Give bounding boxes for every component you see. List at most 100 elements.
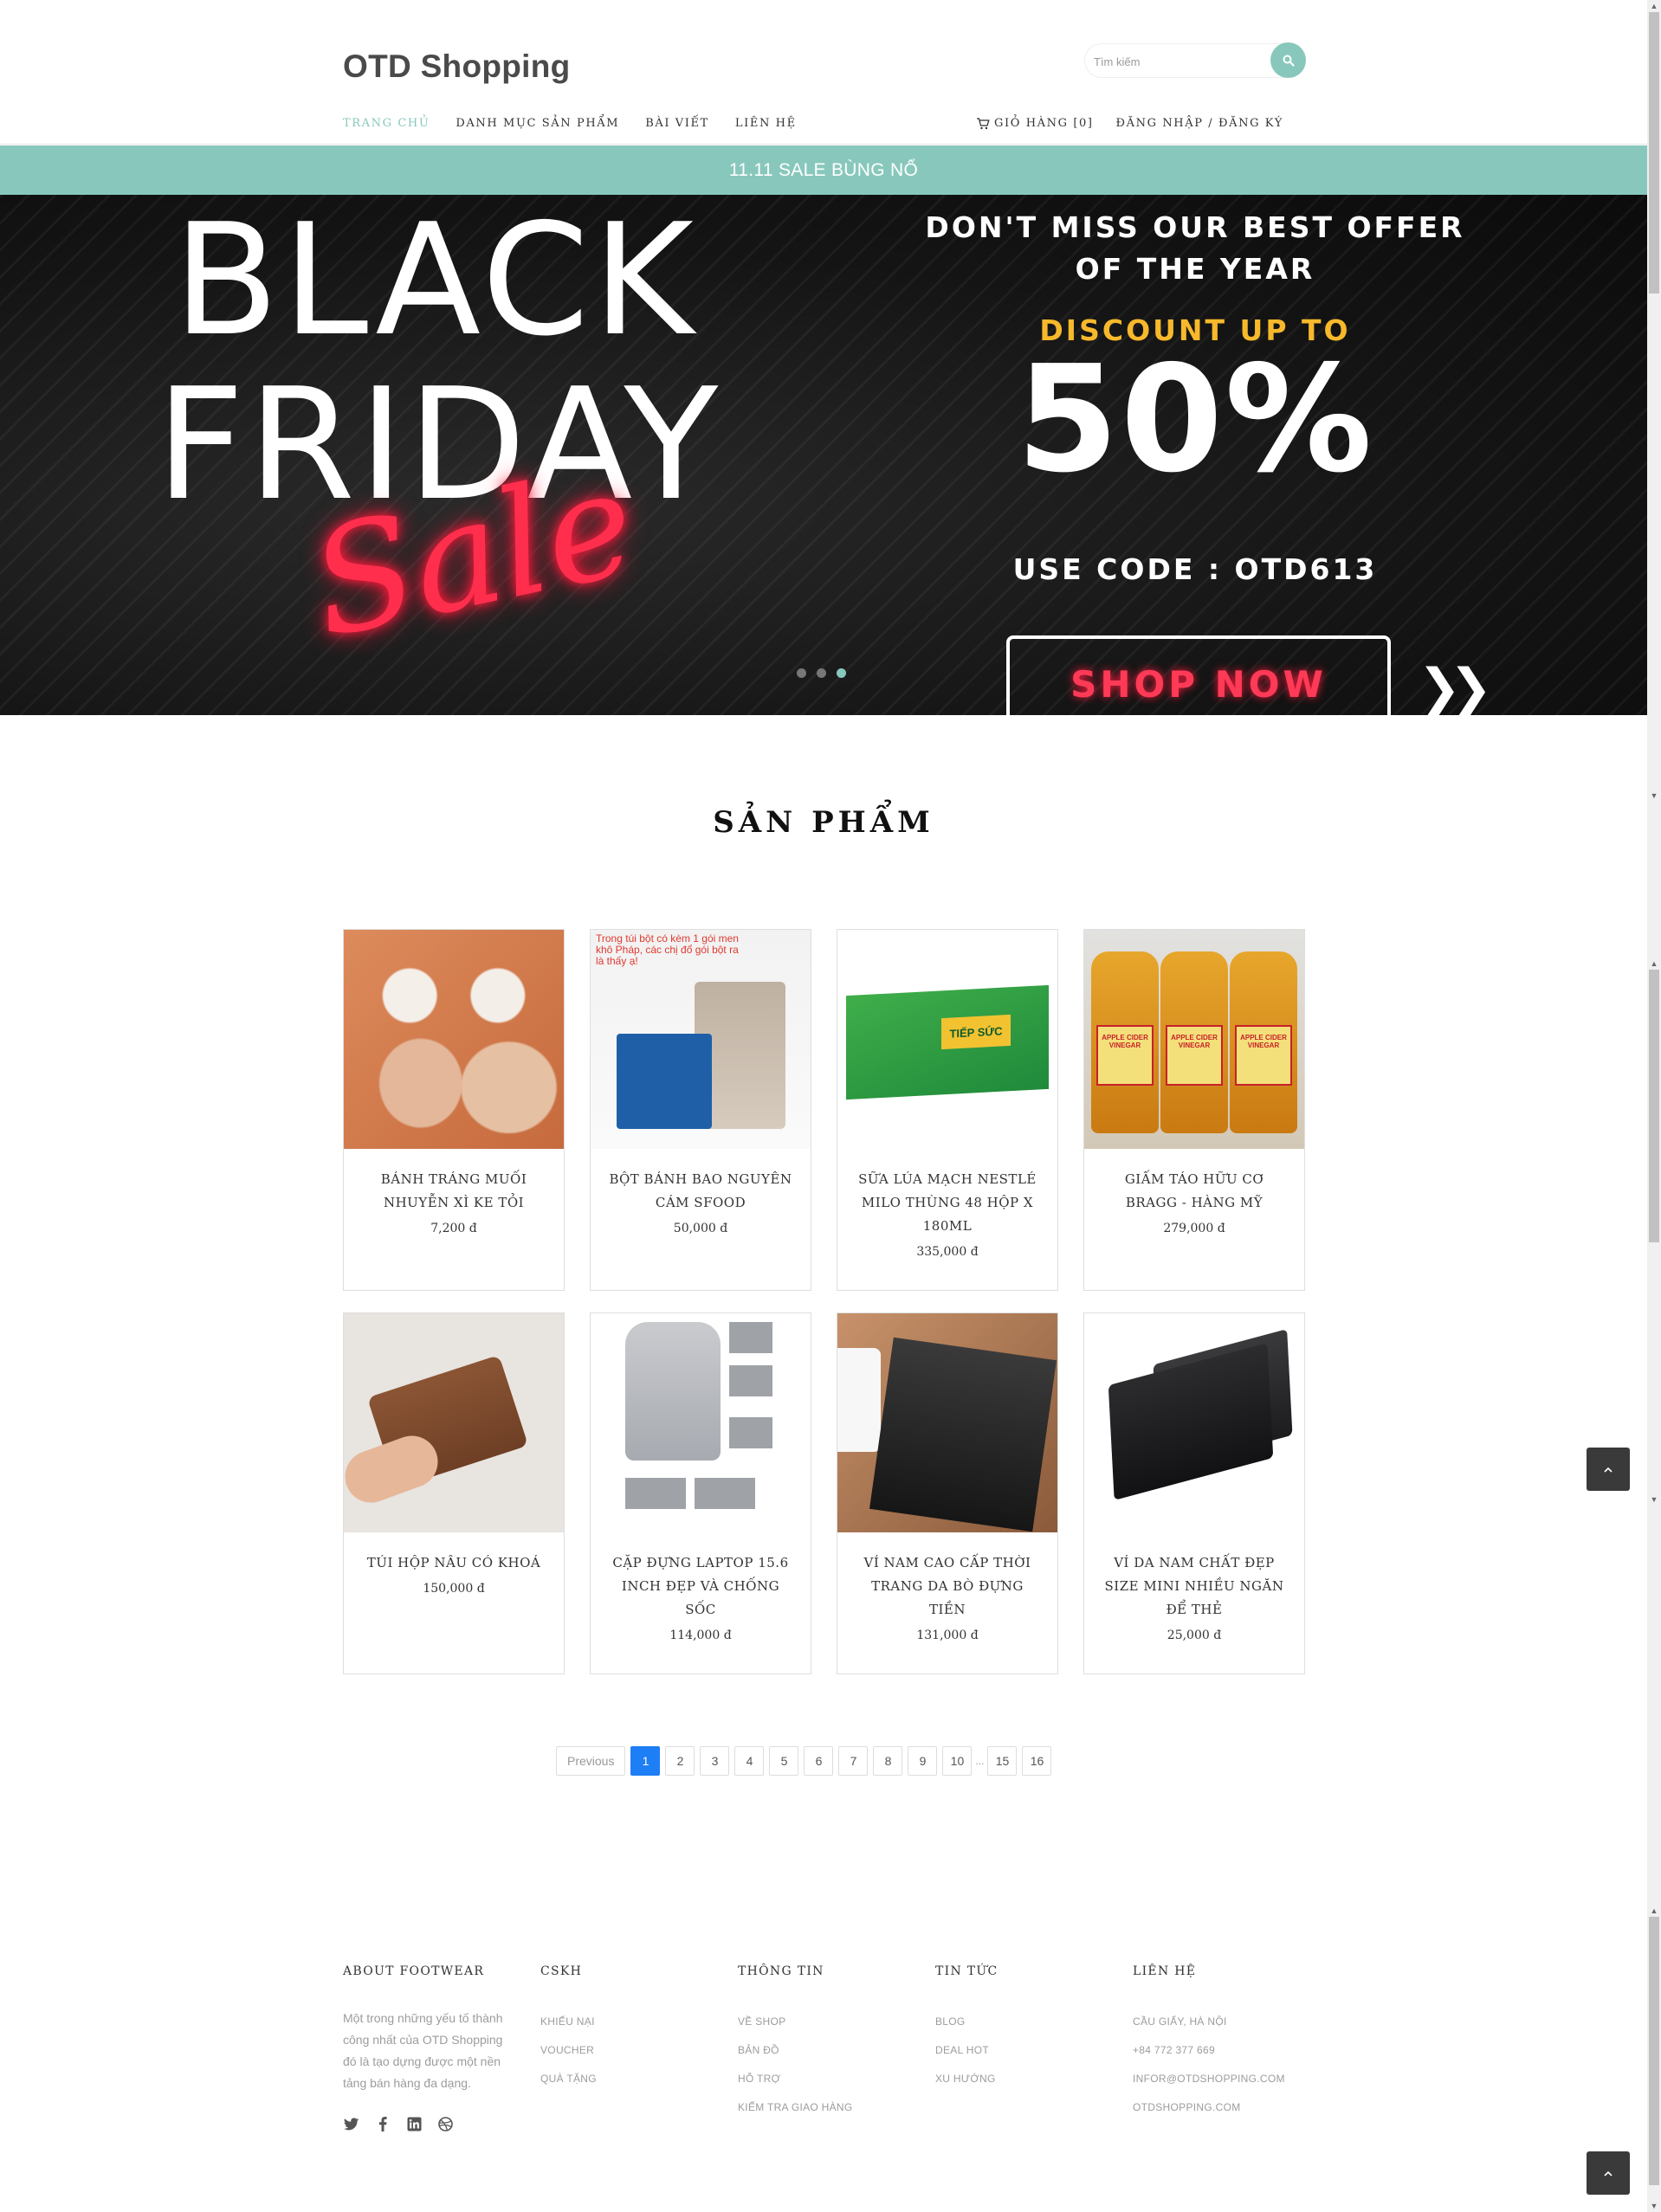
search-input[interactable]: [1094, 51, 1263, 72]
nav-categories[interactable]: DANH MỤC SẢN PHẨM: [456, 117, 619, 130]
pagination-page[interactable]: 2: [665, 1746, 695, 1776]
footer-contact-heading: LIÊN HỆ: [1133, 1964, 1197, 1978]
nav-contact[interactable]: LIÊN HỆ: [735, 117, 797, 130]
pagination-page[interactable]: 5: [769, 1746, 799, 1776]
product-image-wallet: [1108, 1343, 1274, 1500]
product-image-detail: [729, 1365, 772, 1396]
product-image[interactable]: [344, 1313, 564, 1532]
footer-phone-link[interactable]: +84 772 377 669: [1133, 2044, 1215, 2056]
footer-email-link[interactable]: INFOR@OTDSHOPPING.COM: [1133, 2073, 1285, 2085]
search-button[interactable]: [1270, 42, 1306, 78]
product-price: 50,000 đ: [673, 1222, 728, 1235]
product-card[interactable]: TÚI HỘP NÂU CÓ KHOÁ 150,000 đ: [343, 1312, 565, 1674]
pagination-page[interactable]: 6: [804, 1746, 834, 1776]
site-logo[interactable]: OTD Shopping: [343, 48, 571, 85]
product-image-box: [617, 1034, 712, 1129]
footer-website-link[interactable]: OTDSHOPPING.COM: [1133, 2101, 1241, 2113]
product-card[interactable]: BÁNH TRÁNG MUỐI NHUYỄN XÌ KE TỎI 7,200 đ: [343, 929, 565, 1291]
pagination-page[interactable]: 7: [838, 1746, 869, 1776]
product-card[interactable]: Trong túi bột có kèm 1 gói men khô Pháp,…: [590, 929, 811, 1291]
twitter-icon[interactable]: [343, 2115, 360, 2132]
scrollbar-thumb[interactable]: [1649, 12, 1659, 293]
facebook-icon[interactable]: [374, 2115, 391, 2132]
product-name[interactable]: BỘT BÁNH BAO NGUYÊN CÁM SFOOD: [608, 1168, 793, 1215]
footer-link-gifts[interactable]: QUÀ TẶNG: [540, 2073, 597, 2085]
product-name[interactable]: SỮA LÚA MẠCH NESTLÉ MILO THÙNG 48 HỘP X …: [855, 1168, 1040, 1238]
hero-banner[interactable]: BLACK FRIDAY Sale DON'T MISS OUR BEST OF…: [0, 195, 1647, 715]
cart-link[interactable]: GIỎ HÀNG [0]: [976, 117, 1094, 130]
product-name[interactable]: TÚI HỘP NÂU CÓ KHOÁ: [361, 1551, 546, 1575]
product-card[interactable]: APPLE CIDER VINEGAR APPLE CIDER VINEGAR …: [1083, 929, 1305, 1291]
scroll-top-button[interactable]: [1587, 2151, 1630, 2195]
slider-dot-1[interactable]: [797, 668, 806, 678]
product-image[interactable]: [1084, 1313, 1304, 1532]
product-image-phone: [837, 1348, 881, 1452]
slider-dots: [797, 668, 846, 678]
slider-dot-3[interactable]: [837, 668, 846, 678]
pagination-page[interactable]: 16: [1022, 1746, 1052, 1776]
product-card[interactable]: CẶP ĐỰNG LAPTOP 15.6 INCH ĐẸP VÀ CHỐNG S…: [590, 1312, 811, 1674]
footer-about-heading: ABOUT FOOTWEAR: [343, 1964, 485, 1978]
product-name[interactable]: CẶP ĐỰNG LAPTOP 15.6 INCH ĐẸP VÀ CHỐNG S…: [608, 1551, 793, 1622]
footer-link-complaint[interactable]: KHIẾU NẠI: [540, 2015, 595, 2028]
linkedin-icon[interactable]: [405, 2115, 423, 2132]
pagination-page[interactable]: 1: [630, 1746, 661, 1776]
announcement-bar: 11.11 SALE BÙNG NỔ: [0, 145, 1647, 195]
banner-line-black: BLACK: [173, 195, 698, 370]
pagination-previous[interactable]: Previous: [556, 1746, 626, 1776]
footer-link-support[interactable]: HỖ TRỢ: [738, 2073, 780, 2085]
banner-percent: 50%: [1016, 334, 1374, 506]
product-image-label: TIẾP SỨC: [941, 1014, 1011, 1050]
footer-link-about-shop[interactable]: VỀ SHOP: [738, 2015, 785, 2028]
dribbble-icon[interactable]: [436, 2115, 454, 2132]
pagination-ellipsis: ...: [975, 1755, 985, 1767]
slider-dot-2[interactable]: [817, 668, 826, 678]
product-image[interactable]: [837, 1313, 1057, 1532]
pagination-page[interactable]: 9: [908, 1746, 938, 1776]
pagination-page[interactable]: 4: [734, 1746, 765, 1776]
product-card[interactable]: VÍ DA NAM CHẤT ĐẸP SIZE MINI NHIỀU NGĂN …: [1083, 1312, 1305, 1674]
scroll-top-button[interactable]: [1587, 1448, 1630, 1491]
footer-link-map[interactable]: BẢN ĐỒ: [738, 2044, 779, 2056]
product-image[interactable]: TIẾP SỨC: [837, 930, 1057, 1149]
product-price: 25,000 đ: [1167, 1628, 1222, 1642]
product-name[interactable]: BÁNH TRÁNG MUỐI NHUYỄN XÌ KE TỎI: [361, 1168, 546, 1215]
scroll-down-arrow-icon[interactable]: ▼: [1649, 1493, 1659, 1506]
product-image[interactable]: [591, 1313, 811, 1532]
product-card[interactable]: VÍ NAM CAO CẤP THỜI TRANG DA BÒ ĐỰNG TIỀ…: [837, 1312, 1058, 1674]
nav-home[interactable]: TRANG CHỦ: [343, 117, 430, 130]
banner-shop-now-button[interactable]: SHOP NOW: [1006, 635, 1391, 715]
product-image-caption: Trong túi bột có kèm 1 gói men khô Pháp,…: [596, 932, 739, 967]
product-name[interactable]: GIẤM TÁO HỮU CƠ BRAGG - HÀNG MỸ: [1102, 1168, 1287, 1215]
footer-link-trends[interactable]: XU HƯỚNG: [935, 2073, 996, 2085]
footer-link-blog[interactable]: BLOG: [935, 2015, 966, 2028]
footer-link-track-delivery[interactable]: KIỂM TRA GIAO HÀNG: [738, 2101, 853, 2113]
scroll-up-arrow-icon[interactable]: ▲: [1649, 1905, 1659, 1917]
chevron-up-icon: [1604, 2170, 1613, 2177]
footer-link-deal-hot[interactable]: DEAL HOT: [935, 2044, 989, 2056]
pagination-page[interactable]: 8: [873, 1746, 903, 1776]
product-image[interactable]: APPLE CIDER VINEGAR APPLE CIDER VINEGAR …: [1084, 930, 1304, 1149]
nav-posts[interactable]: BÀI VIẾT: [645, 117, 709, 130]
product-name[interactable]: VÍ NAM CAO CẤP THỜI TRANG DA BÒ ĐỰNG TIỀ…: [855, 1551, 1040, 1622]
scroll-down-arrow-icon[interactable]: ▼: [1649, 2200, 1659, 2212]
scroll-up-arrow-icon[interactable]: ▲: [1649, 958, 1659, 970]
main-nav: TRANG CHỦ DANH MỤC SẢN PHẨM BÀI VIẾT LIÊ…: [343, 117, 823, 130]
product-grid: BÁNH TRÁNG MUỐI NHUYỄN XÌ KE TỎI 7,200 đ…: [343, 929, 1306, 1674]
pagination-page[interactable]: 10: [942, 1746, 973, 1776]
product-name[interactable]: VÍ DA NAM CHẤT ĐẸP SIZE MINI NHIỀU NGĂN …: [1102, 1551, 1287, 1622]
banner-code: USE CODE : OTD613: [1012, 552, 1378, 586]
product-image-bottle: APPLE CIDER VINEGAR: [1091, 951, 1159, 1133]
pagination-page[interactable]: 15: [987, 1746, 1018, 1776]
login-register-link[interactable]: ĐĂNG NHẬP / ĐĂNG KÝ: [1116, 117, 1283, 130]
user-nav: GIỎ HÀNG [0] ĐĂNG NHẬP / ĐĂNG KÝ: [976, 117, 1283, 130]
scroll-up-arrow-icon[interactable]: ▲: [1649, 0, 1659, 12]
product-image[interactable]: Trong túi bột có kèm 1 gói men khô Pháp,…: [591, 930, 811, 1149]
scroll-down-arrow-icon[interactable]: ▼: [1649, 790, 1659, 802]
product-image[interactable]: [344, 930, 564, 1149]
footer-link-voucher[interactable]: VOUCHER: [540, 2044, 594, 2056]
scrollbar-thumb[interactable]: [1649, 1917, 1659, 2185]
product-card[interactable]: TIẾP SỨC SỮA LÚA MẠCH NESTLÉ MILO THÙNG …: [837, 929, 1058, 1291]
scrollbar-thumb[interactable]: [1649, 970, 1659, 1242]
pagination-page[interactable]: 3: [700, 1746, 730, 1776]
